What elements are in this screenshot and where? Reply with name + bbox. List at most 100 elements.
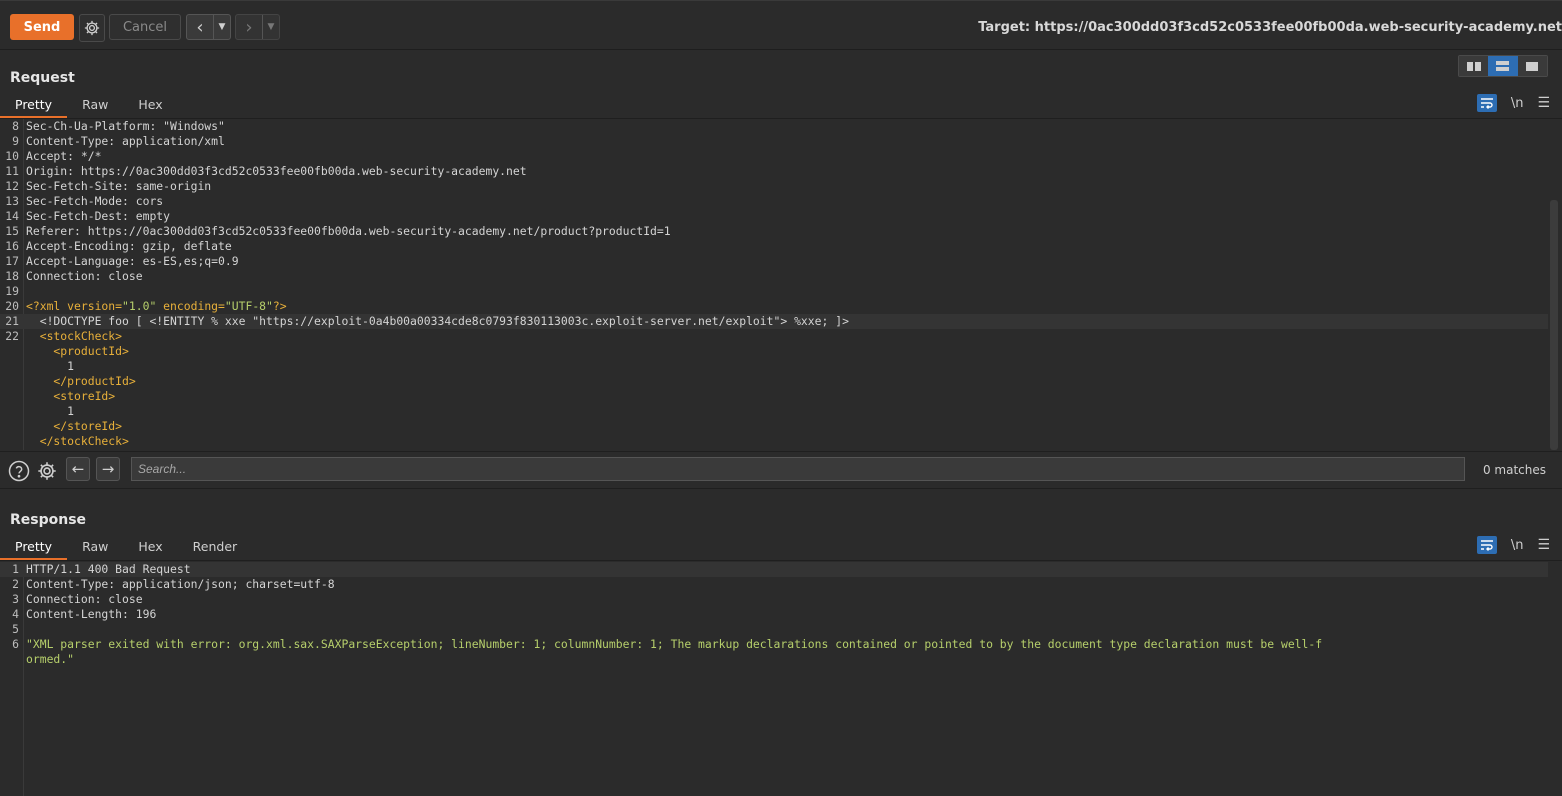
code-line[interactable]: 11 Origin: https://0ac300dd03f3cd52c0533f…: [0, 164, 1548, 179]
forward-button[interactable]: ›: [236, 15, 262, 39]
code-line[interactable]: 15 Referer: https://0ac300dd03f3cd52c0533…: [0, 224, 1548, 239]
response-menu-icon[interactable]: ☰: [1537, 537, 1550, 553]
top-toolbar: Send Cancel ‹ ▼ › ▼ Target: https://0ac3…: [0, 0, 1562, 50]
response-tabs: Pretty Raw Hex Render: [0, 536, 253, 560]
previous-match-button[interactable]: ←: [66, 457, 90, 481]
caret-down-icon: ▼: [267, 22, 275, 32]
line-number: 19: [5, 284, 19, 298]
code-line[interactable]: ormed.": [0, 652, 1548, 667]
back-history-dropdown[interactable]: ▼: [213, 15, 230, 39]
code-line[interactable]: 1 HTTP/1.1 400 Bad Request: [0, 562, 1548, 577]
help-button[interactable]: [8, 460, 30, 482]
line-content: <stockCheck>: [26, 329, 122, 344]
code-token: Origin: https://0ac300dd03f3cd52c0533fee…: [26, 164, 527, 178]
code-line[interactable]: 9 Content-Type: application/xml: [0, 134, 1548, 149]
code-line[interactable]: </storeId>: [0, 419, 1548, 434]
search-input[interactable]: [131, 457, 1465, 481]
code-line[interactable]: 20 <?xml version="1.0" encoding="UTF-8"?>: [0, 299, 1548, 314]
code-token: Content-Length: 196: [26, 607, 157, 621]
code-line[interactable]: 6 "XML parser exited with error: org.xml.…: [0, 637, 1548, 652]
code-line[interactable]: <storeId>: [0, 389, 1548, 404]
code-token: <stockCheck>: [26, 329, 123, 343]
code-line[interactable]: 16 Accept-Encoding: gzip, deflate: [0, 239, 1548, 254]
code-line[interactable]: 17 Accept-Language: es-ES,es;q=0.9: [0, 254, 1548, 269]
code-line[interactable]: 21 <!DOCTYPE foo [ <!ENTITY % xxe "https…: [0, 314, 1548, 329]
code-line[interactable]: 1: [0, 359, 1548, 374]
code-line[interactable]: 10 Accept: */*: [0, 149, 1548, 164]
line-number: 3: [12, 592, 19, 606]
code-token: HTTP/1.1 400 Bad Request: [26, 562, 191, 576]
gear-icon: [38, 462, 56, 480]
line-number: 15: [5, 224, 19, 238]
request-scrollbar[interactable]: [1550, 200, 1558, 450]
code-token: </storeId>: [26, 419, 123, 433]
code-token: Accept-Language: es-ES,es;q=0.9: [26, 254, 239, 268]
response-tab-raw[interactable]: Raw: [67, 536, 123, 558]
code-line[interactable]: 3 Connection: close: [0, 592, 1548, 607]
back-button[interactable]: ‹: [187, 15, 213, 39]
code-line[interactable]: 22 <stockCheck>: [0, 329, 1548, 344]
line-content: Content-Type: application/json; charset=…: [26, 577, 335, 592]
code-line[interactable]: 12 Sec-Fetch-Site: same-origin: [0, 179, 1548, 194]
response-tab-render[interactable]: Render: [178, 536, 253, 558]
request-editor[interactable]: 8 Sec-Ch-Ua-Platform: "Windows" 9 Content-T…: [0, 119, 1548, 450]
layout-tabs-button[interactable]: [1517, 56, 1547, 76]
response-wrap-toggle[interactable]: [1476, 536, 1497, 554]
response-tab-pretty[interactable]: Pretty: [0, 536, 68, 560]
match-count: 0 matches: [1482, 463, 1546, 477]
columns-icon: [1466, 61, 1481, 71]
layout-side-by-side-button[interactable]: [1459, 56, 1489, 76]
request-tab-raw[interactable]: Raw: [67, 94, 123, 116]
line-content: <!DOCTYPE foo [ <!ENTITY % xxe "https://…: [26, 314, 849, 329]
line-content: </productId>: [26, 374, 135, 389]
settings-button[interactable]: [79, 14, 105, 42]
line-content: <productId>: [26, 344, 128, 359]
line-number: 10: [5, 149, 19, 163]
code-line[interactable]: 19: [0, 284, 1548, 299]
code-line[interactable]: </stockCheck>: [0, 434, 1548, 449]
search-settings-button[interactable]: [36, 460, 58, 482]
target-url[interactable]: Target: https://0ac300dd03f3cd52c0533fee…: [978, 20, 1562, 35]
line-content: Connection: close: [26, 592, 143, 607]
code-token: Accept: */*: [26, 149, 102, 163]
request-tab-pretty[interactable]: Pretty: [0, 94, 68, 118]
request-newline-toggle[interactable]: \n: [1511, 96, 1524, 111]
code-token: Connection: close: [26, 592, 143, 606]
response-tab-hex[interactable]: Hex: [123, 536, 177, 558]
line-content: Connection: close: [26, 269, 143, 284]
line-number: 11: [5, 164, 19, 178]
code-line[interactable]: 2 Content-Type: application/json; charset…: [0, 577, 1548, 592]
code-line[interactable]: 5: [0, 622, 1548, 637]
next-match-button[interactable]: →: [96, 457, 120, 481]
code-token: ormed.": [26, 652, 75, 666]
line-number: 1: [12, 562, 19, 576]
gear-icon: [84, 20, 100, 36]
code-line[interactable]: 8 Sec-Ch-Ua-Platform: "Windows": [0, 119, 1548, 134]
request-tab-hex[interactable]: Hex: [123, 94, 177, 116]
code-token: Sec-Fetch-Dest: empty: [26, 209, 171, 223]
line-content: <?xml version="1.0" encoding="UTF-8"?>: [26, 299, 287, 314]
code-token: 1: [26, 359, 75, 373]
line-number: 20: [5, 299, 19, 313]
forward-history-dropdown[interactable]: ▼: [262, 15, 279, 39]
cancel-button[interactable]: Cancel: [109, 14, 181, 40]
single-pane-icon: [1526, 61, 1539, 71]
line-number: 8: [12, 119, 19, 133]
code-line[interactable]: 18 Connection: close: [0, 269, 1548, 284]
line-content: Sec-Ch-Ua-Platform: "Windows": [26, 119, 225, 134]
code-line[interactable]: <productId>: [0, 344, 1548, 359]
layout-stacked-button[interactable]: [1488, 56, 1518, 76]
line-content: Accept: */*: [26, 149, 101, 164]
line-content: Sec-Fetch-Dest: empty: [26, 209, 170, 224]
response-editor[interactable]: 1 HTTP/1.1 400 Bad Request 2 Content-Type: …: [0, 562, 1548, 796]
code-line[interactable]: 1: [0, 404, 1548, 419]
request-menu-icon[interactable]: ☰: [1537, 95, 1550, 111]
code-line[interactable]: </productId>: [0, 374, 1548, 389]
code-line[interactable]: 14 Sec-Fetch-Dest: empty: [0, 209, 1548, 224]
request-wrap-toggle[interactable]: [1476, 94, 1497, 112]
send-button[interactable]: Send: [10, 14, 74, 40]
code-line[interactable]: 4 Content-Length: 196: [0, 607, 1548, 622]
code-line[interactable]: 13 Sec-Fetch-Mode: cors: [0, 194, 1548, 209]
line-content: Content-Type: application/xml: [26, 134, 225, 149]
response-newline-toggle[interactable]: \n: [1511, 538, 1524, 553]
